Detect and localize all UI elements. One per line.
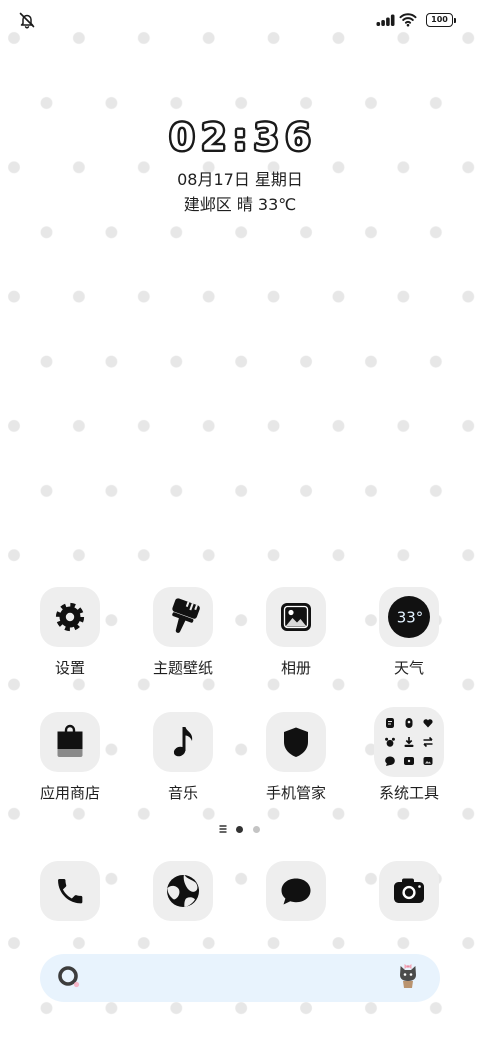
page-dot[interactable] bbox=[235, 825, 243, 833]
music-app-tile[interactable] bbox=[153, 712, 213, 772]
app-settings[interactable]: 设置 bbox=[20, 587, 120, 677]
gear-icon bbox=[55, 602, 85, 632]
camera-app-tile[interactable] bbox=[379, 861, 439, 921]
app-security[interactable]: 手机管家 bbox=[246, 712, 346, 802]
app-weather[interactable]: 33° 天气 bbox=[359, 587, 459, 677]
gallery-app-tile[interactable] bbox=[266, 587, 326, 647]
battery-indicator: 100 bbox=[426, 13, 456, 27]
mascot-icon[interactable] bbox=[397, 962, 419, 990]
bell-off-icon bbox=[19, 12, 35, 29]
weather-icon-temperature: 33° bbox=[397, 609, 424, 627]
browser-app-tile[interactable] bbox=[153, 861, 213, 921]
folder-icon[interactable] bbox=[374, 707, 444, 777]
search-ring-icon bbox=[58, 966, 80, 988]
signal-icon bbox=[376, 14, 395, 26]
status-bar: 100 bbox=[0, 0, 480, 40]
shopping-bag-icon bbox=[57, 724, 83, 757]
app-label: 音乐 bbox=[167, 784, 198, 802]
app-music[interactable]: 音乐 bbox=[133, 712, 233, 802]
phone-app-tile[interactable] bbox=[40, 861, 100, 921]
weather-icon: 33° bbox=[388, 596, 430, 638]
notes-icon bbox=[384, 717, 396, 729]
app-label: 天气 bbox=[393, 659, 424, 677]
camera-icon bbox=[394, 878, 424, 903]
app-label: 系统工具 bbox=[378, 784, 439, 802]
battery-level: 100 bbox=[431, 15, 448, 24]
battery-nub bbox=[454, 17, 456, 23]
app-gallery[interactable]: 相册 bbox=[246, 587, 346, 677]
app-themes[interactable]: 主题壁纸 bbox=[133, 587, 233, 677]
music-note-icon bbox=[173, 727, 193, 757]
app-label: 设置 bbox=[54, 659, 85, 677]
security-app-tile[interactable] bbox=[266, 712, 326, 772]
paw-icon bbox=[384, 736, 396, 748]
dock-browser[interactable] bbox=[133, 861, 233, 921]
paintbrush-icon bbox=[172, 598, 200, 633]
gallery-icon bbox=[281, 603, 311, 631]
wifi-icon bbox=[399, 13, 417, 27]
app-folder-system-tools[interactable]: 系统工具 bbox=[359, 707, 459, 802]
screen-icon bbox=[403, 755, 415, 767]
app-store-tile[interactable] bbox=[40, 712, 100, 772]
messages-app-tile[interactable] bbox=[266, 861, 326, 921]
clock-time[interactable]: 02:36 bbox=[0, 116, 480, 160]
settings-app-tile[interactable] bbox=[40, 587, 100, 647]
image-icon bbox=[422, 755, 434, 767]
download-icon bbox=[403, 736, 415, 748]
page-dot[interactable] bbox=[252, 825, 260, 833]
page-indicator bbox=[214, 822, 266, 836]
app-label: 手机管家 bbox=[265, 784, 326, 802]
recorder-icon bbox=[403, 717, 415, 729]
dock-phone[interactable] bbox=[20, 861, 120, 921]
app-label: 应用商店 bbox=[39, 784, 100, 802]
message-bubble-icon bbox=[281, 878, 311, 905]
app-app-store[interactable]: 应用商店 bbox=[20, 712, 120, 802]
phone-icon bbox=[58, 879, 83, 904]
shield-icon bbox=[284, 727, 308, 757]
themes-app-tile[interactable] bbox=[153, 587, 213, 647]
browser-globe-icon bbox=[167, 875, 199, 907]
app-label: 相册 bbox=[280, 659, 311, 677]
swap-icon bbox=[422, 736, 434, 748]
heart-icon bbox=[422, 717, 434, 729]
dock-messages[interactable] bbox=[246, 861, 346, 921]
menu-lines-icon[interactable] bbox=[219, 825, 227, 833]
search-bar[interactable] bbox=[40, 954, 440, 1002]
clock-date[interactable]: 08月17日 星期日 bbox=[0, 170, 480, 190]
weather-app-tile[interactable]: 33° bbox=[379, 587, 439, 647]
app-label: 主题壁纸 bbox=[152, 659, 213, 677]
dock-camera[interactable] bbox=[359, 861, 459, 921]
chat-icon bbox=[384, 755, 396, 767]
folder-preview-grid bbox=[384, 717, 434, 767]
clock-weather[interactable]: 建邺区 晴 33℃ bbox=[0, 195, 480, 215]
